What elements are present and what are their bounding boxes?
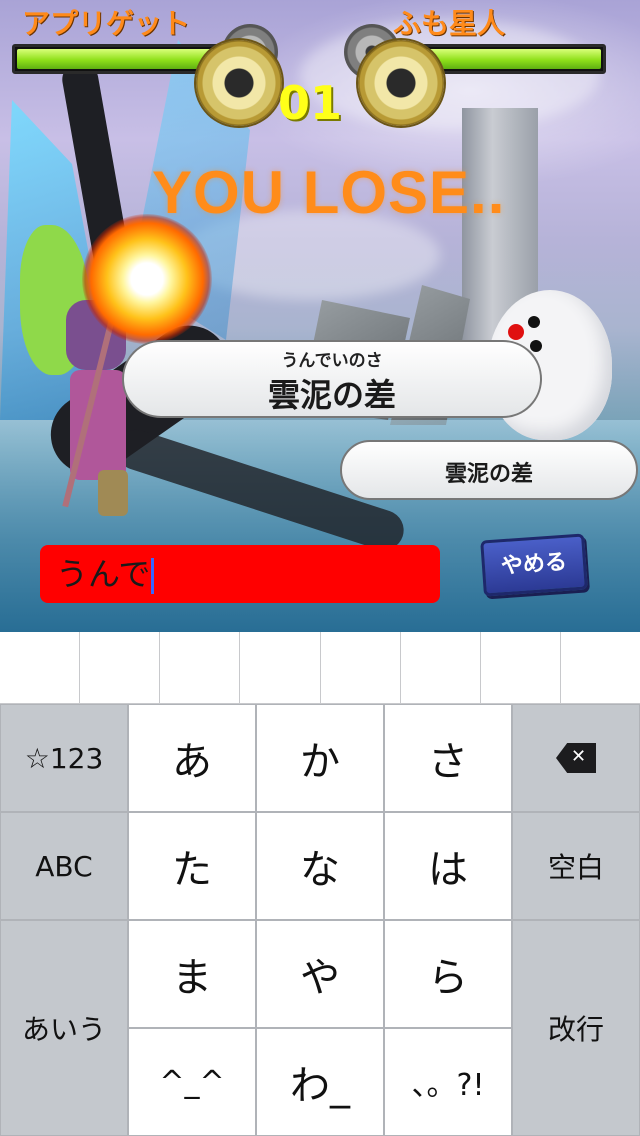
key-emoticon[interactable]: ^_^ [128, 1028, 256, 1136]
key-a[interactable]: あ [128, 704, 256, 812]
backspace-key[interactable] [512, 704, 640, 812]
key-wa[interactable]: わ_ [256, 1028, 384, 1136]
key-hiragana-label: あいう [21, 1013, 106, 1046]
key-label: ^_^ [159, 1064, 225, 1100]
key-label: 、。?! [411, 1068, 485, 1103]
key-ha[interactable]: は [384, 812, 512, 920]
key-hiragana[interactable]: あいう [0, 920, 128, 1136]
key-label: か [300, 739, 340, 785]
candidate-slot[interactable] [240, 632, 321, 703]
answer-input[interactable]: うんで [40, 545, 440, 603]
backspace-icon [556, 743, 596, 773]
key-label: あ [172, 739, 212, 785]
game-scene: アプリゲット ふも星人 01 YOU LOSE.. うんでいのさ 雲泥の差 雲泥… [0, 0, 640, 632]
candidate-slot[interactable] [481, 632, 561, 703]
key-ya[interactable]: や [256, 920, 384, 1028]
candidate-slot[interactable] [160, 632, 241, 703]
key-label: わ_ [290, 1063, 350, 1109]
gear-icon [196, 40, 282, 126]
candidate-slot[interactable] [561, 632, 640, 703]
key-punctuation[interactable]: 、。?! [384, 1028, 512, 1136]
key-sa[interactable]: さ [384, 704, 512, 812]
key-symbols-label: ☆123 [24, 741, 104, 775]
player2-hp-fill [413, 49, 601, 69]
kana-keyboard: ☆123 ABC あいう あ か さ た な は ま や ら ^_^ わ_ 、。… [0, 704, 640, 1136]
candidate-slot[interactable] [0, 632, 81, 703]
key-abc-label: ABC [35, 849, 93, 883]
enemy-eye [528, 316, 540, 328]
key-ta[interactable]: た [128, 812, 256, 920]
enemy-nose [508, 324, 524, 340]
enter-key[interactable]: 改行 [512, 920, 640, 1136]
key-label: た [172, 847, 212, 893]
key-label: な [300, 847, 340, 893]
enemy-word-bubble: 雲泥の差 [340, 440, 638, 500]
key-label: や [300, 955, 340, 1001]
player2-name: ふも星人 [393, 7, 506, 40]
enemy-word: 雲泥の差 [444, 462, 533, 487]
gear-icon [358, 40, 444, 126]
text-caret [151, 558, 155, 594]
fireball-icon [82, 214, 212, 344]
question-reading: うんでいのさ [281, 351, 383, 371]
key-abc[interactable]: ABC [0, 812, 128, 920]
candidate-slot[interactable] [80, 632, 161, 703]
result-text: YOU LOSE.. [152, 159, 506, 226]
hero-boot [98, 470, 128, 516]
space-key-label: 空白 [547, 851, 604, 884]
key-label: は [428, 847, 468, 893]
answer-text: うんで [56, 555, 151, 593]
quit-button[interactable]: やめる [480, 533, 588, 597]
key-ra[interactable]: ら [384, 920, 512, 1028]
key-label: ら [428, 955, 468, 1001]
player1-name: アプリゲット [22, 7, 191, 40]
enter-key-label: 改行 [547, 1013, 604, 1046]
key-symbols[interactable]: ☆123 [0, 704, 128, 812]
key-label: さ [428, 739, 468, 785]
round-number: 01 [278, 76, 343, 130]
space-key[interactable]: 空白 [512, 812, 640, 920]
candidate-bar [0, 632, 640, 704]
key-ma[interactable]: ま [128, 920, 256, 1028]
candidate-slot[interactable] [321, 632, 401, 703]
question-word-bubble: うんでいのさ 雲泥の差 [122, 340, 542, 418]
player1-hp-fill [17, 49, 225, 69]
question-word: 雲泥の差 [267, 376, 396, 414]
key-na[interactable]: な [256, 812, 384, 920]
key-label: ま [172, 955, 212, 1001]
key-ka[interactable]: か [256, 704, 384, 812]
candidate-slot[interactable] [401, 632, 481, 703]
